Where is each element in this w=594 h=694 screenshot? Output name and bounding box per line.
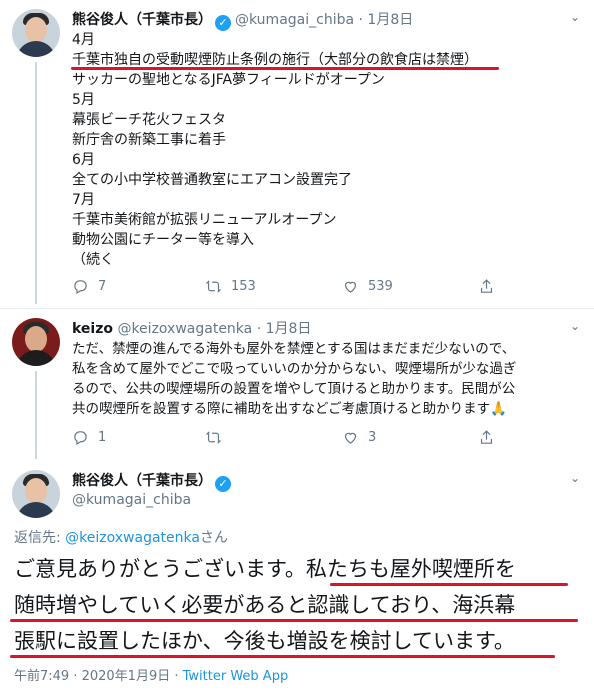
author-handle[interactable]: @keizoxwagatenka	[117, 321, 252, 337]
author-name[interactable]: keizo	[72, 321, 113, 337]
chevron-down-icon[interactable]: ⌄	[570, 10, 580, 24]
tweet-2[interactable]: keizo @keizoxwagatenka · 1月8日 ⌄ ただ、禁煙の進ん…	[0, 309, 594, 459]
reply-button[interactable]: 7	[72, 278, 106, 295]
share-button[interactable]	[478, 429, 495, 446]
chevron-down-icon[interactable]: ⌄	[570, 471, 580, 485]
share-icon	[480, 279, 493, 293]
retweet-button[interactable]	[205, 429, 231, 446]
like-button[interactable]: 539	[342, 278, 393, 295]
author-handle[interactable]: @kumagai_chiba	[235, 12, 354, 28]
retweet-count: 153	[231, 279, 256, 294]
tweet-text: ただ、禁煙の進んでる海外も屋外を禁煙とする国はまだまだ少ないので、 私を含めて屋外…	[72, 341, 517, 417]
like-count: 3	[368, 430, 377, 445]
avatar[interactable]	[12, 318, 60, 366]
highlight-underline	[10, 655, 555, 658]
tweet-text-line-1: ご意見ありがとうございます。私たちも屋外喫煙所を	[14, 557, 516, 581]
share-button[interactable]	[478, 278, 495, 295]
verified-icon: ✓	[215, 15, 231, 31]
author-handle[interactable]: @kumagai_chiba	[72, 492, 191, 508]
thread-line	[35, 62, 37, 304]
author-name[interactable]: 熊谷俊人（千葉市長）	[72, 473, 212, 489]
tweet-text: 4月 千葉市独自の受動喫煙防止条例の施行（大部分の飲食店は禁煙） サッカーの聖地とな…	[72, 32, 478, 268]
verified-icon: ✓	[215, 476, 231, 492]
reply-icon	[74, 431, 87, 445]
tweet-date[interactable]: · 1月8日	[257, 321, 312, 337]
reply-count: 7	[98, 279, 107, 294]
highlight-underline	[330, 583, 568, 586]
reply-icon	[74, 280, 87, 294]
tweet-1[interactable]: 熊谷俊人（千葉市長） ✓ @kumagai_chiba · 1月8日 ⌄ 4月 千葉市…	[0, 0, 594, 304]
author-name[interactable]: 熊谷俊人（千葉市長）	[72, 12, 212, 28]
share-icon	[480, 430, 493, 444]
reply-to-link[interactable]: @keizoxwagatenka	[65, 530, 200, 546]
reply-to-line: 返信先: @keizoxwagatenkaさん	[14, 530, 228, 546]
tweet-timestamp: 午前7:49 · 2020年1月9日 · Twitter Web App	[14, 669, 289, 684]
avatar[interactable]	[12, 470, 60, 518]
avatar[interactable]	[12, 9, 60, 57]
chevron-down-icon[interactable]: ⌄	[570, 319, 580, 333]
tweet-text-line-2: 随時増やしていく必要があると認識しており、海浜幕	[14, 593, 516, 617]
retweet-icon	[205, 280, 222, 293]
tweet-text-line-3: 張駅に設置したほか、今後も増設を検討しています。	[14, 629, 515, 653]
source-link[interactable]: Twitter Web App	[183, 669, 289, 684]
thread-line	[35, 371, 37, 459]
like-count: 539	[368, 279, 393, 294]
tweet-3[interactable]: 熊谷俊人（千葉市長） ✓ @kumagai_chiba ⌄ 返信先: @keizo…	[0, 459, 594, 694]
retweet-icon	[205, 431, 222, 444]
like-icon	[344, 432, 357, 444]
reply-count: 1	[98, 430, 107, 445]
highlight-underline	[10, 619, 578, 622]
tweet-date[interactable]: · 1月8日	[359, 12, 414, 28]
like-button[interactable]: 3	[342, 429, 376, 446]
like-icon	[344, 281, 357, 293]
reply-button[interactable]: 1	[72, 429, 106, 446]
highlight-underline	[71, 67, 499, 70]
retweet-button[interactable]: 153	[205, 278, 256, 295]
